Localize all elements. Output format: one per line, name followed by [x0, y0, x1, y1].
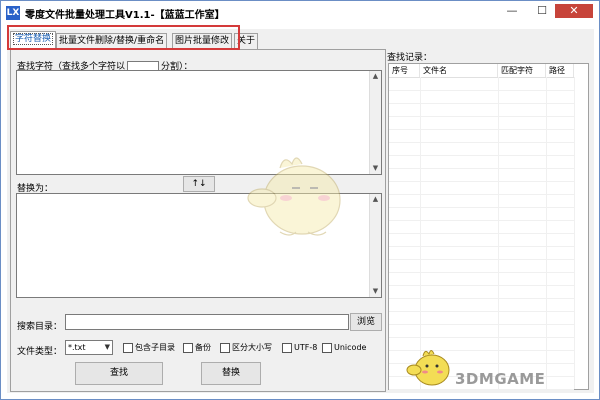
grid-row-line [389, 324, 574, 325]
option-utf8[interactable]: UTF-8 [282, 342, 317, 353]
grid-row-line [389, 155, 574, 156]
results-header: 序号 文件名 匹配字符 路径 [389, 64, 574, 78]
watermark-text: 3DMGAME [455, 370, 546, 388]
close-button[interactable]: ✕ [555, 4, 593, 18]
grid-row-line [389, 298, 574, 299]
tab-string-replace[interactable]: 字符替换 [10, 31, 57, 50]
tab-batch-file[interactable]: 批量文件删除/替换/重命名 [56, 33, 168, 49]
replace-scrollbar[interactable]: ▲ ▼ [369, 194, 381, 297]
find-button[interactable]: 查找 [75, 362, 163, 385]
grid-row-line [389, 285, 574, 286]
mascot-logo-icon [406, 350, 450, 386]
replace-button[interactable]: 替换 [201, 362, 261, 385]
file-type-select[interactable]: *.txt ▼ [65, 340, 113, 355]
window-title: 零度文件批量处理工具V1.1-【蓝蓝工作室】 [25, 10, 225, 21]
option-case-sensitive[interactable]: 区分大小写 [220, 342, 272, 353]
scroll-up-icon[interactable]: ▲ [370, 71, 381, 82]
grid-row-line [389, 220, 574, 221]
app-icon: LX [6, 6, 20, 20]
maximize-button[interactable]: ☐ [531, 4, 553, 18]
chevron-down-icon: ▼ [104, 343, 110, 351]
grid-row-line [389, 194, 574, 195]
tab-about[interactable]: 关于 [234, 33, 259, 49]
grid-line [574, 77, 575, 389]
scroll-down-icon[interactable]: ▼ [370, 286, 381, 297]
file-type-value: *.txt [68, 343, 86, 352]
grid-row-line [389, 90, 574, 91]
grid-row-line [389, 142, 574, 143]
search-dir-input[interactable] [65, 314, 349, 330]
results-label: 查找记录： [387, 53, 433, 63]
checkbox[interactable] [220, 342, 230, 353]
file-type-label: 文件类型： [17, 347, 63, 357]
grid-row-line [389, 233, 574, 234]
grid-row-line [389, 103, 574, 104]
grid-row-line [389, 207, 574, 208]
checkbox-label: 区分大小写 [232, 343, 272, 352]
option-backup[interactable]: 备份 [183, 342, 211, 353]
scroll-down-icon[interactable]: ▼ [370, 163, 381, 174]
checkbox-label: Unicode [334, 343, 367, 352]
grid-row-line [389, 272, 574, 273]
checkbox[interactable] [183, 342, 193, 353]
minimize-button[interactable]: — [501, 4, 523, 18]
mascot-watermark-icon [247, 157, 341, 236]
option-unicode[interactable]: Unicode [322, 342, 366, 353]
grid-row-line [389, 259, 574, 260]
col-path[interactable]: 路径 [546, 64, 574, 77]
checkbox-label: 备份 [195, 343, 211, 352]
results-list[interactable]: 序号 文件名 匹配字符 路径 [388, 63, 589, 390]
grid-row-line [389, 129, 574, 130]
option-include-subdirs[interactable]: 包含子目录 [123, 342, 175, 353]
checkbox[interactable] [282, 342, 292, 353]
checkbox-label: 包含子目录 [135, 343, 175, 352]
col-match[interactable]: 匹配字符 [498, 64, 546, 77]
grid-row-line [389, 311, 574, 312]
tab-label: 字符替换 [13, 33, 54, 45]
checkbox[interactable] [322, 342, 332, 353]
find-scrollbar[interactable]: ▲ ▼ [369, 71, 381, 174]
grid-row-line [389, 246, 574, 247]
title-bar[interactable]: LX 零度文件批量处理工具V1.1-【蓝蓝工作室】 — ☐ ✕ [1, 1, 599, 25]
checkbox-label: UTF-8 [294, 343, 318, 352]
grid-row-line [389, 168, 574, 169]
col-filename[interactable]: 文件名 [420, 64, 498, 77]
scroll-up-icon[interactable]: ▲ [370, 194, 381, 205]
grid-row-line [389, 181, 574, 182]
grid-row-line [389, 337, 574, 338]
checkbox[interactable] [123, 342, 133, 353]
browse-button[interactable]: 浏览 [350, 313, 382, 331]
search-dir-label: 搜索目录： [17, 322, 63, 332]
swap-button[interactable]: ↑↓ [183, 176, 215, 192]
col-index[interactable]: 序号 [389, 64, 420, 77]
tab-image-batch[interactable]: 图片批量修改 [172, 33, 233, 49]
grid-row-line [389, 116, 574, 117]
